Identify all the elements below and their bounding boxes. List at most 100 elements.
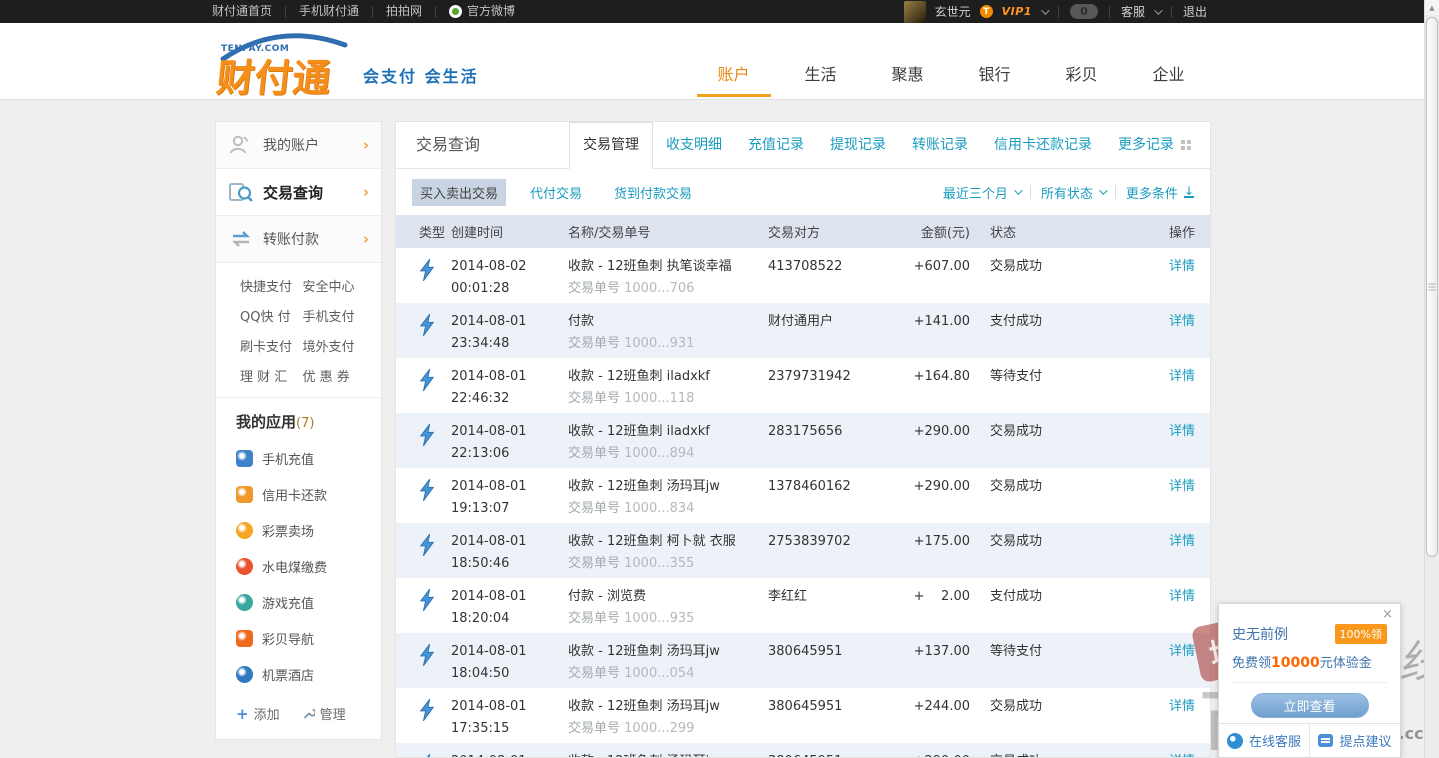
quick-link[interactable]: 优 惠 券 <box>303 366 366 385</box>
cell-type <box>396 303 451 358</box>
more-conditions-button[interactable]: 更多条件↓ <box>1126 183 1194 202</box>
tab-更多记录[interactable]: 更多记录 <box>1105 122 1204 168</box>
filter-货到付款交易[interactable]: 货到付款交易 <box>606 179 700 206</box>
cell-counterparty: 413708522 <box>768 248 900 303</box>
tab-收支明细[interactable]: 收支明细 <box>653 122 735 168</box>
detail-link[interactable]: 详情 <box>1169 699 1195 714</box>
table-row[interactable]: 2014-08-0118:04:50收款 - 12班鱼刺 汤玛耳jw交易单号 1… <box>396 633 1210 688</box>
table-row[interactable]: 2014-08-0200:01:28收款 - 12班鱼刺 执笔谈幸福交易单号 1… <box>396 248 1210 303</box>
table-row[interactable]: 2014-08-0118:20:04付款 - 浏览费交易单号 1000...93… <box>396 578 1210 633</box>
quick-link[interactable]: 刷卡支付 <box>240 336 303 355</box>
table-row[interactable]: 2014-08-0117:35:15收款 - 12班鱼刺 汤玛耳jw交易单号 1… <box>396 688 1210 743</box>
quick-link[interactable]: 手机支付 <box>303 306 366 325</box>
scrollbar-thumb[interactable] <box>1426 17 1438 557</box>
tab-交易管理[interactable]: 交易管理 <box>569 122 653 169</box>
nav-item-彩贝[interactable]: 彩贝 <box>1038 53 1125 97</box>
app-item-彩票卖场[interactable]: 彩票卖场 <box>236 521 367 540</box>
nav-item-生活[interactable]: 生活 <box>777 53 864 97</box>
tab-充值记录[interactable]: 充值记录 <box>735 122 817 168</box>
table-row[interactable]: 2014-08-0122:46:32收款 - 12班鱼刺 iladxkf交易单号… <box>396 358 1210 413</box>
table-row[interactable]: 2014-08-0123:34:48付款交易单号 1000...931财付通用户… <box>396 303 1210 358</box>
cell-amount: +290.00 <box>900 743 970 758</box>
vertical-scrollbar[interactable]: ▲ <box>1424 0 1439 758</box>
topbar-link[interactable]: 官方微博 <box>449 0 515 23</box>
app-item-水电煤缴费[interactable]: 水电煤缴费 <box>236 557 367 576</box>
nav-item-账户[interactable]: 账户 <box>690 53 777 97</box>
cell-name: 收款 - 12班鱼刺 执笔谈幸福交易单号 1000...706 <box>568 248 768 303</box>
quick-link[interactable]: 境外支付 <box>303 336 366 355</box>
detail-link[interactable]: 详情 <box>1169 479 1195 494</box>
gamepad-icon <box>236 594 253 611</box>
cell-name: 收款 - 12班鱼刺 汤玛耳jw <box>568 743 768 758</box>
cell-status: 支付成功 <box>970 578 1165 633</box>
apps-list: 手机充值信用卡还款彩票卖场水电煤缴费游戏充值彩贝导航机票酒店 <box>236 449 367 684</box>
message-count-badge[interactable]: 0 <box>1070 4 1098 19</box>
promo-footer-link-提点建议[interactable]: 提点建议 <box>1309 724 1400 757</box>
quick-link[interactable]: 快捷支付 <box>240 276 303 295</box>
topbar-link[interactable]: 手机财付通 <box>299 0 359 23</box>
manage-apps-button[interactable]: 管理 <box>302 704 346 723</box>
topbar-links: 财付通首页 手机财付通 拍拍网 官方微博 <box>212 0 515 23</box>
app-item-机票酒店[interactable]: 机票酒店 <box>236 665 367 684</box>
cell-action: 详情 <box>1165 468 1210 523</box>
chevron-right-icon: › <box>363 230 369 248</box>
topbar-link[interactable]: 拍拍网 <box>386 0 422 23</box>
username[interactable]: 玄世元 <box>935 3 971 20</box>
filter-代付交易[interactable]: 代付交易 <box>522 179 590 206</box>
nav-item-银行[interactable]: 银行 <box>951 53 1038 97</box>
app-item-手机充值[interactable]: 手机充值 <box>236 449 367 468</box>
topbar-link[interactable]: 财付通首页 <box>212 0 272 23</box>
chevron-down-icon[interactable] <box>1041 6 1049 14</box>
vip-level-label[interactable]: VIP1 <box>1002 5 1032 18</box>
promo-footer-link-在线客服[interactable]: 在线客服 <box>1219 724 1309 757</box>
table-row[interactable]: 2014-08-0118:50:46收款 - 12班鱼刺 柯卜就 衣服交易单号 … <box>396 523 1210 578</box>
quick-link[interactable]: 理 财 汇 <box>240 366 303 385</box>
detail-link[interactable]: 详情 <box>1169 424 1195 439</box>
chevron-down-icon[interactable] <box>1154 6 1162 14</box>
table-row[interactable]: 2014-08-0122:13:06收款 - 12班鱼刺 iladxkf交易单号… <box>396 413 1210 468</box>
filter-买入卖出交易[interactable]: 买入卖出交易 <box>412 179 506 206</box>
detail-link[interactable]: 详情 <box>1169 259 1195 274</box>
detail-link[interactable]: 详情 <box>1169 314 1195 329</box>
detail-link[interactable]: 详情 <box>1169 644 1195 659</box>
detail-link[interactable]: 详情 <box>1169 369 1195 384</box>
tab-信用卡还款记录[interactable]: 信用卡还款记录 <box>981 122 1105 168</box>
sidebar-item-我的账户[interactable]: 我的账户› <box>216 122 381 169</box>
vip-shield-icon: T <box>980 5 993 18</box>
tab-转账记录[interactable]: 转账记录 <box>899 122 981 168</box>
quick-link[interactable]: QQ快 付 <box>240 306 303 325</box>
tenpay-logo[interactable]: TENPAY.COM 财付通 会支付 会生活 <box>215 31 675 93</box>
customer-service-link[interactable]: 客服 <box>1121 3 1145 20</box>
sidebar-item-交易查询[interactable]: 交易查询› <box>216 169 381 216</box>
table-row[interactable]: 2014-08-0119:13:07收款 - 12班鱼刺 汤玛耳jw交易单号 1… <box>396 468 1210 523</box>
detail-link[interactable]: 详情 <box>1169 534 1195 549</box>
nav-item-企业[interactable]: 企业 <box>1125 53 1212 97</box>
row-time: 18:20:04 <box>451 610 568 628</box>
logout-link[interactable]: 退出 <box>1183 3 1207 20</box>
sidebar-item-转账付款[interactable]: 转账付款› <box>216 216 381 263</box>
cell-type <box>396 358 451 413</box>
detail-link[interactable]: 详情 <box>1169 754 1195 758</box>
add-app-button[interactable]: + 添加 <box>236 704 280 723</box>
close-icon[interactable]: × <box>1382 608 1393 621</box>
quick-link[interactable]: 安全中心 <box>303 276 366 295</box>
avatar[interactable] <box>904 1 926 23</box>
nav-item-聚惠[interactable]: 聚惠 <box>864 53 951 97</box>
cell-status: 交易成功 <box>970 743 1165 758</box>
tab-提现记录[interactable]: 提现记录 <box>817 122 899 168</box>
cell-name: 收款 - 12班鱼刺 iladxkf交易单号 1000...118 <box>568 358 768 413</box>
order-number-label: 交易单号 <box>568 501 624 516</box>
app-item-彩贝导航[interactable]: 彩贝导航 <box>236 629 367 648</box>
date-range-select[interactable]: 最近三个月 <box>943 183 1020 202</box>
status-select[interactable]: 所有状态 <box>1041 183 1105 202</box>
cell-counterparty: 财付通用户 <box>768 303 900 358</box>
divider <box>1171 6 1172 18</box>
detail-link[interactable]: 详情 <box>1169 589 1195 604</box>
app-item-游戏充值[interactable]: 游戏充值 <box>236 593 367 612</box>
app-item-label: 彩票卖场 <box>262 521 314 540</box>
table-row[interactable]: 2014-08-01收款 - 12班鱼刺 汤玛耳jw380645951+290.… <box>396 743 1210 758</box>
scroll-up-arrow[interactable]: ▲ <box>1425 0 1439 15</box>
cell-status: 等待支付 <box>970 633 1165 688</box>
app-item-信用卡还款[interactable]: 信用卡还款 <box>236 485 367 504</box>
promo-view-button[interactable]: 立即查看 <box>1251 693 1369 718</box>
